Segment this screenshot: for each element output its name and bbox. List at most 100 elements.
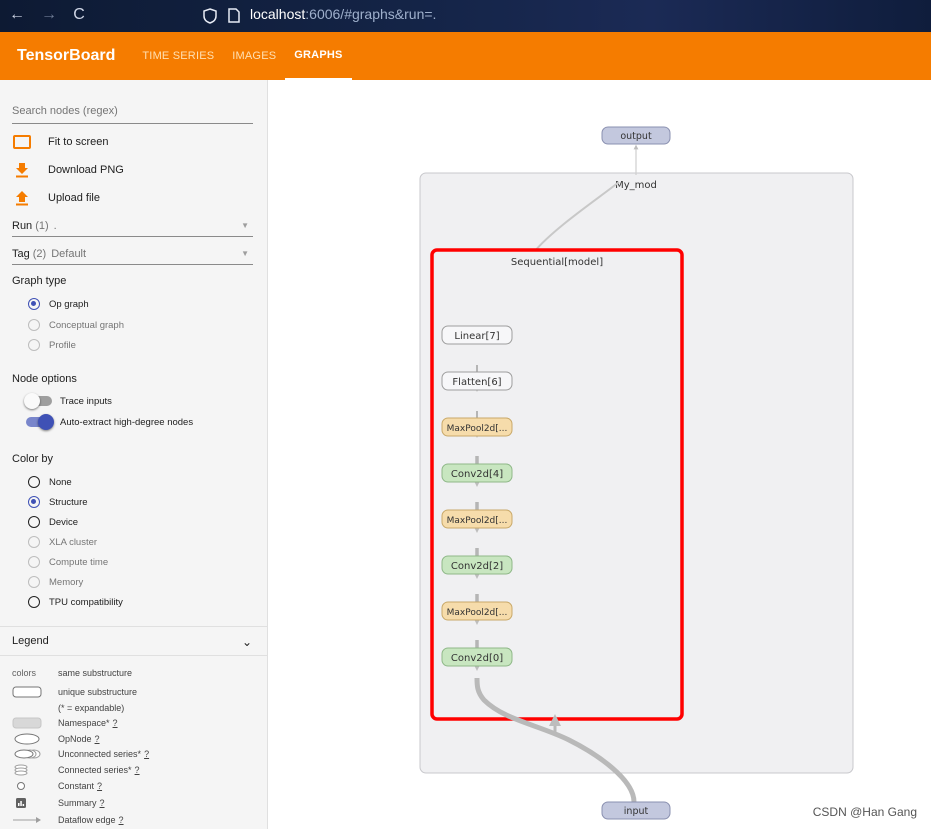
radio-unchecked-icon <box>28 536 40 548</box>
watermark: CSDN @Han Gang <box>812 805 917 819</box>
radio-label: Op graph <box>49 298 89 310</box>
toggle-label: Auto-extract high-degree nodes <box>60 416 194 428</box>
graph-svg[interactable]: My_mod output Sequential[model] Linear[7… <box>269 80 931 829</box>
namespace-sequential-label: Sequential[model] <box>511 257 603 268</box>
radio-profile[interactable]: Profile <box>28 338 76 352</box>
help-link[interactable]: ? <box>97 781 102 791</box>
node-label: Flatten[6] <box>452 377 501 388</box>
legend-row-unique: unique substructure <box>12 685 137 699</box>
node-maxpool2d-5[interactable]: MaxPool2d[... <box>441 417 513 437</box>
node-label: Conv2d[4] <box>451 469 503 480</box>
node-conv2d-2[interactable]: Conv2d[2] <box>441 555 513 575</box>
legend-header[interactable]: Legend ⌄ <box>0 626 267 656</box>
node-maxpool2d-1[interactable]: MaxPool2d[... <box>441 601 513 621</box>
page-icon[interactable] <box>228 8 240 23</box>
node-conv2d-0[interactable]: Conv2d[0] <box>441 647 513 667</box>
help-link[interactable]: ? <box>113 718 118 728</box>
browser-toolbar: ← → C localhost:6006/#graphs&run=. <box>0 0 931 32</box>
help-link[interactable]: ? <box>135 765 140 775</box>
search-input[interactable]: Search nodes (regex) <box>12 102 253 124</box>
graph-type-title: Graph type <box>12 275 67 287</box>
radio-op-graph[interactable]: Op graph <box>28 297 89 311</box>
radio-color-structure[interactable]: Structure <box>28 495 88 509</box>
legend-row-connected: Connected series*? <box>12 763 140 777</box>
tag-select[interactable]: Tag (2) Default ▼ <box>12 243 253 265</box>
legend-row-namespace: Namespace*? <box>12 716 118 730</box>
radio-label: Memory <box>49 576 84 588</box>
radio-color-xla-cluster[interactable]: XLA cluster <box>28 535 97 549</box>
connected-series-icon <box>12 764 42 776</box>
reload-icon[interactable]: C <box>68 6 90 24</box>
radio-color-device[interactable]: Device <box>28 515 78 529</box>
node-conv2d-4[interactable]: Conv2d[4] <box>441 463 513 483</box>
radio-color-memory[interactable]: Memory <box>28 575 83 589</box>
node-label: MaxPool2d[... <box>447 516 508 526</box>
radio-unchecked-icon <box>28 576 40 588</box>
run-select[interactable]: Run (1) . ▼ <box>12 215 253 237</box>
radio-color-none[interactable]: None <box>28 475 72 489</box>
auto-extract-toggle[interactable]: Auto-extract high-degree nodes <box>26 414 193 430</box>
radio-color-compute-time[interactable]: Compute time <box>28 555 108 569</box>
radio-conceptual-graph[interactable]: Conceptual graph <box>28 318 124 332</box>
legend-text: Namespace* <box>58 718 110 728</box>
legend-text: OpNode <box>58 734 92 744</box>
back-icon[interactable]: ← <box>6 6 28 24</box>
node-linear-7[interactable]: Linear[7] <box>441 325 513 345</box>
node-label: Conv2d[2] <box>451 561 503 572</box>
tab-graphs[interactable]: GRAPHS <box>285 32 352 80</box>
legend-row-expandable: (* = expandable) <box>12 701 124 715</box>
opnode-icon <box>12 733 42 745</box>
unconnected-series-icon <box>12 748 42 760</box>
trace-inputs-toggle[interactable]: Trace inputs <box>24 393 112 409</box>
color-by-title: Color by <box>12 453 53 465</box>
radio-unchecked-icon <box>28 516 40 528</box>
chevron-down-icon[interactable]: ⌄ <box>242 635 252 649</box>
tab-images[interactable]: IMAGES <box>223 32 285 80</box>
legend-row-colors: colors same substructure <box>12 666 132 680</box>
help-link[interactable]: ? <box>100 798 105 808</box>
chevron-down-icon: ▼ <box>241 221 249 230</box>
download-png-button[interactable]: Download PNG <box>12 160 124 180</box>
legend-title: Legend <box>12 635 49 647</box>
radio-unchecked-icon <box>28 596 40 608</box>
radio-label: Structure <box>49 496 88 508</box>
radio-color-tpu[interactable]: TPU compatibility <box>28 595 123 609</box>
legend-row-opnode: OpNode? <box>12 732 100 746</box>
address-bar[interactable]: localhost:6006/#graphs&run=. <box>250 6 436 22</box>
radio-label: Device <box>49 516 79 528</box>
download-png-label: Download PNG <box>48 164 124 176</box>
node-flatten-6[interactable]: Flatten[6] <box>441 371 513 391</box>
help-link[interactable]: ? <box>95 734 100 744</box>
input-node-label: input <box>624 806 649 817</box>
unique-substructure-icon <box>12 686 42 698</box>
run-label: Run <box>12 219 33 232</box>
fit-to-screen-label: Fit to screen <box>48 136 109 148</box>
node-maxpool2d-3[interactable]: MaxPool2d[... <box>441 509 513 529</box>
legend-text: same substructure <box>58 668 133 678</box>
radio-label: XLA cluster <box>49 536 98 548</box>
shield-icon[interactable] <box>203 8 217 24</box>
app-header: TensorBoard TIME SERIES IMAGES GRAPHS <box>0 32 931 80</box>
constant-icon <box>12 780 42 792</box>
help-link[interactable]: ? <box>144 749 149 759</box>
graph-canvas[interactable]: My_mod output Sequential[model] Linear[7… <box>269 80 931 829</box>
tag-label: Tag <box>12 247 30 260</box>
radio-label: Profile <box>49 339 76 351</box>
upload-file-button[interactable]: Upload file <box>12 188 100 208</box>
namespace-icon <box>12 717 42 729</box>
node-label: Linear[7] <box>454 331 499 342</box>
help-link[interactable]: ? <box>119 815 124 825</box>
forward-icon[interactable]: → <box>38 6 60 24</box>
summary-icon <box>12 797 42 809</box>
output-node-label: output <box>620 131 652 142</box>
sidebar: Search nodes (regex) Fit to screen Downl… <box>0 80 268 829</box>
fit-to-screen-button[interactable]: Fit to screen <box>12 132 109 152</box>
radio-unchecked-icon <box>28 319 40 331</box>
radio-label: None <box>49 476 72 488</box>
node-label: MaxPool2d[... <box>447 424 508 434</box>
tab-time-series[interactable]: TIME SERIES <box>133 32 223 80</box>
radio-checked-icon <box>28 496 40 508</box>
legend-text: Dataflow edge <box>58 815 116 825</box>
app-title[interactable]: TensorBoard <box>17 47 115 65</box>
legend-row-constant: Constant? <box>12 779 102 793</box>
